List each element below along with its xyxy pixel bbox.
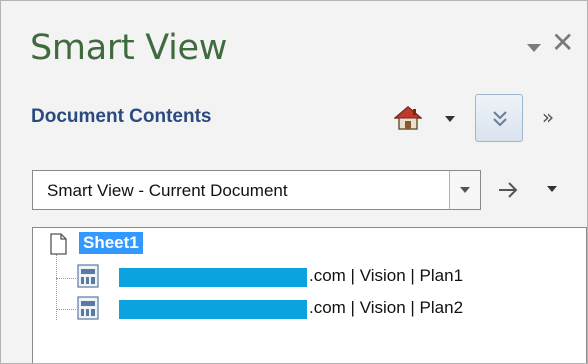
home-icon[interactable] xyxy=(392,105,424,131)
connection-label: .com | Vision | Plan2 xyxy=(309,298,464,317)
document-source-value: Smart View - Current Document xyxy=(47,181,288,200)
connection-icon xyxy=(77,264,99,292)
pane-options-chevron-down-icon[interactable] xyxy=(527,44,541,52)
connection-label: .com | Vision | Plan1 xyxy=(309,266,464,285)
document-source-select[interactable]: Smart View - Current Document xyxy=(32,170,481,210)
more-actions-button[interactable] xyxy=(475,94,523,142)
tree-item-sheet[interactable]: Sheet1 xyxy=(79,232,143,254)
connection-icon xyxy=(77,296,99,324)
go-options-chevron-down-icon[interactable] xyxy=(547,186,557,192)
document-contents-tree[interactable]: Sheet1 .com | Vision | Plan1 .com | Visi… xyxy=(32,227,587,363)
chevron-down-icon[interactable] xyxy=(449,171,480,209)
section-title: Document Contents xyxy=(31,106,212,127)
tree-item-connection[interactable]: .com | Vision | Plan2 xyxy=(33,294,586,322)
pane-title: Smart View xyxy=(30,28,228,68)
smart-view-pane: Smart View ✕ Document Contents » Smart V… xyxy=(0,0,588,364)
double-chevron-right-icon[interactable]: » xyxy=(537,105,559,129)
double-chevron-down-icon xyxy=(493,111,507,127)
redacted-server-name xyxy=(119,300,307,319)
tree-item-connection[interactable]: .com | Vision | Plan1 xyxy=(33,262,586,290)
document-icon xyxy=(49,233,67,259)
home-dropdown-chevron-down-icon[interactable] xyxy=(445,116,455,122)
arrow-right-icon[interactable] xyxy=(496,179,522,201)
redacted-server-name xyxy=(119,268,307,287)
close-icon[interactable]: ✕ xyxy=(551,29,574,57)
